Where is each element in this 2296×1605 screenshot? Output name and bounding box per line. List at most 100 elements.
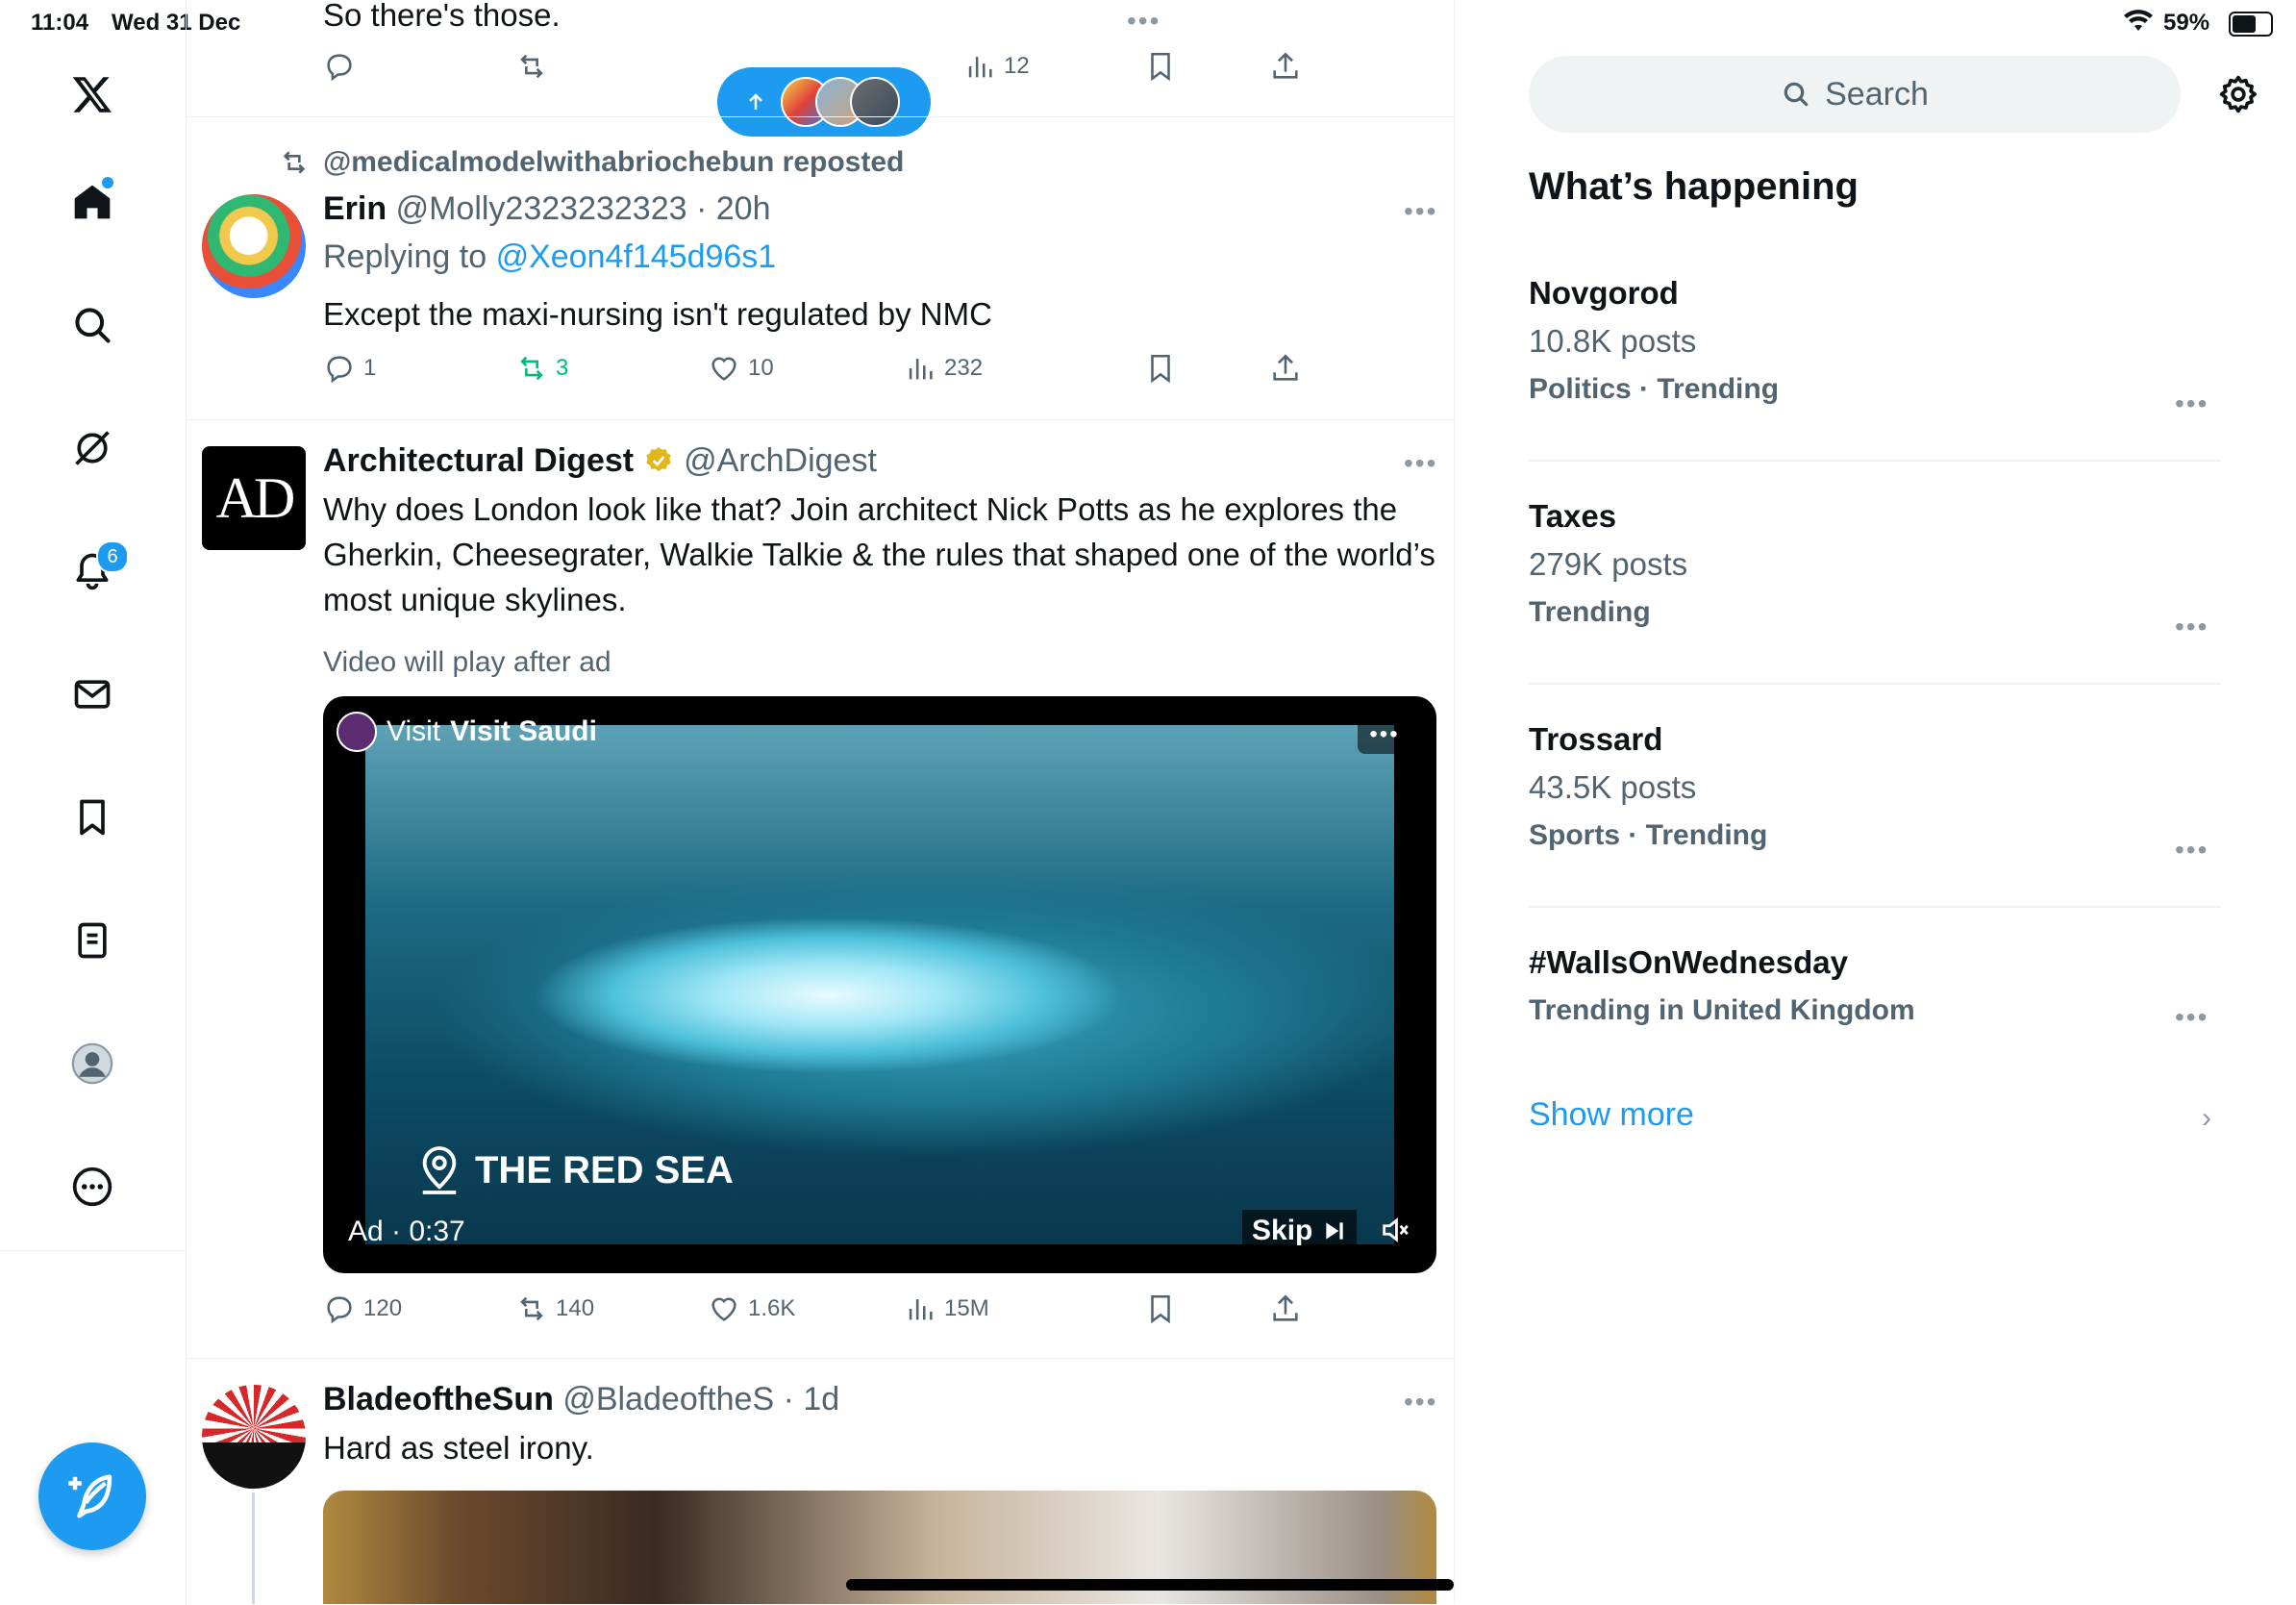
messages-envelope-icon[interactable] — [62, 664, 123, 725]
trend-meta: Sports · Trending — [1529, 819, 1768, 851]
tweet-actions: 1 3 10 232 — [323, 352, 1298, 390]
share-button[interactable] — [1269, 1292, 1302, 1325]
tweet-text: Why does London look like that? Join arc… — [323, 491, 1435, 617]
search-icon[interactable] — [62, 294, 123, 356]
replying-to-link[interactable]: @Xeon4f145d96s1 — [496, 238, 777, 275]
tweet-time[interactable]: · 20h — [696, 190, 771, 227]
trend-more-icon[interactable]: ••• — [2175, 612, 2209, 642]
divider — [1529, 906, 2221, 908]
bookmark-button[interactable] — [1144, 50, 1177, 83]
replying-to: Replying to @Xeon4f145d96s1 — [323, 235, 776, 279]
more-icon[interactable]: ••• — [1404, 448, 1437, 479]
reply-count: 120 — [363, 1295, 403, 1321]
author-handle[interactable]: @Molly2323232323 — [396, 190, 687, 227]
more-icon[interactable]: ••• — [1127, 6, 1160, 37]
home-unread-dot — [100, 175, 115, 190]
author-handle[interactable]: @BladeoftheS — [562, 1381, 774, 1417]
trend-item[interactable]: #WallsOnWednesday Trending in United Kin… — [1529, 944, 2221, 1027]
video-more-icon[interactable]: ••• — [1358, 715, 1411, 754]
repost-icon — [520, 1296, 543, 1321]
reply-icon — [327, 356, 352, 384]
tweet-text: Except the maxi-nursing isn't regulated … — [323, 296, 992, 332]
avatar[interactable] — [202, 194, 306, 298]
share-icon — [1273, 354, 1298, 381]
nav-rail-footer — [0, 1250, 187, 1605]
ad-advertiser[interactable]: Visit Visit Saudi — [337, 712, 597, 752]
more-options-icon[interactable] — [62, 1156, 123, 1217]
views-count: 15M — [944, 1295, 989, 1321]
skip-next-icon — [1326, 1222, 1344, 1240]
bookmark-button[interactable] — [1144, 1292, 1177, 1325]
ad-location-text: THE RED SEA — [475, 1148, 734, 1191]
trend-more-icon[interactable]: ••• — [2175, 389, 2209, 419]
arrow-up-icon — [749, 93, 762, 110]
profile-avatar-icon[interactable] — [62, 1033, 123, 1094]
tweet-text: So there's those. — [323, 0, 561, 33]
share-button[interactable] — [1269, 50, 1302, 83]
trend-item[interactable]: Novgorod 10.8K posts Politics · Trending — [1529, 275, 2221, 406]
show-more-link[interactable]: Show more — [1529, 1096, 1694, 1134]
timeline: So there's those. ••• 12 @medicalmodelwi… — [187, 0, 1455, 1604]
grok-icon[interactable] — [62, 417, 123, 479]
author-name[interactable]: Architectural Digest — [323, 439, 634, 483]
replying-prefix: Replying to — [323, 238, 487, 275]
reply-button[interactable] — [323, 50, 356, 83]
repost-count: 140 — [556, 1295, 595, 1321]
video-note: Video will play after ad — [323, 646, 611, 678]
trend-meta: Trending in United Kingdom — [1529, 994, 1915, 1026]
skip-ad-button[interactable]: Skip — [1242, 1210, 1358, 1252]
search-icon — [1784, 82, 1809, 107]
avatar[interactable]: AD — [202, 446, 306, 550]
advertiser-avatar — [337, 712, 377, 752]
settings-gear-icon[interactable] — [2217, 73, 2259, 120]
x-logo-icon[interactable] — [62, 63, 123, 125]
chevron-right-icon[interactable]: › — [2202, 1102, 2211, 1135]
trend-item[interactable]: Trossard 43.5K posts Sports · Trending — [1529, 721, 2221, 852]
mute-icon[interactable] — [1379, 1214, 1411, 1251]
like-button[interactable]: 1.6K — [708, 1292, 795, 1325]
notifications-bell-icon[interactable]: 6 — [62, 540, 129, 602]
trend-meta: Politics · Trending — [1529, 373, 1780, 405]
avatar-logo-text: AD — [215, 465, 296, 530]
repost-count: 3 — [556, 355, 569, 381]
compose-post-button[interactable] — [38, 1442, 146, 1550]
repost-label-text: @medicalmodelwithabriochebun reposted — [323, 146, 905, 178]
bookmarks-icon[interactable] — [62, 787, 123, 848]
repost-label: @medicalmodelwithabriochebun reposted — [279, 146, 904, 179]
share-button[interactable] — [1269, 352, 1302, 385]
video-player[interactable]: Visit Visit Saudi ••• THE RED SEA Ad · 0… — [323, 696, 1436, 1273]
bookmark-button[interactable] — [1144, 352, 1177, 385]
more-icon[interactable]: ••• — [1404, 196, 1437, 227]
home-icon[interactable] — [62, 171, 123, 233]
author-name[interactable]: BladeoftheSun — [323, 1381, 554, 1417]
new-posts-avatars — [781, 77, 900, 127]
reply-button[interactable]: 120 — [323, 1292, 402, 1325]
repost-button[interactable] — [515, 50, 548, 83]
trend-title: Trossard — [1529, 721, 1663, 757]
avatar[interactable] — [202, 1385, 306, 1489]
skip-label: Skip — [1252, 1215, 1313, 1246]
trend-more-icon[interactable]: ••• — [2175, 835, 2209, 865]
bookmark-icon — [1151, 1294, 1170, 1324]
repost-button[interactable]: 140 — [515, 1292, 594, 1325]
author-name[interactable]: Erin — [323, 190, 387, 227]
views-icon — [968, 57, 992, 78]
author-handle[interactable]: @ArchDigest — [684, 439, 877, 483]
more-icon[interactable]: ••• — [1404, 1387, 1437, 1417]
bookmark-icon — [1151, 52, 1170, 82]
views-button[interactable]: 15M — [904, 1292, 989, 1325]
bookmark-icon — [1151, 354, 1170, 384]
lists-icon[interactable] — [62, 910, 123, 971]
tweet-time[interactable]: · 1d — [784, 1381, 840, 1417]
reply-icon — [327, 1296, 352, 1324]
views-button[interactable]: 12 — [963, 50, 1030, 83]
new-posts-pill[interactable] — [717, 67, 931, 137]
reply-button[interactable]: 1 — [323, 352, 376, 385]
like-button[interactable]: 10 — [708, 352, 774, 385]
trend-item[interactable]: Taxes 279K posts Trending — [1529, 498, 2221, 629]
repost-button[interactable]: 3 — [515, 352, 568, 385]
search-input[interactable]: Search — [1529, 56, 2181, 133]
views-icon — [909, 359, 933, 380]
trend-more-icon[interactable]: ••• — [2175, 1002, 2209, 1033]
views-button[interactable]: 232 — [904, 352, 983, 385]
